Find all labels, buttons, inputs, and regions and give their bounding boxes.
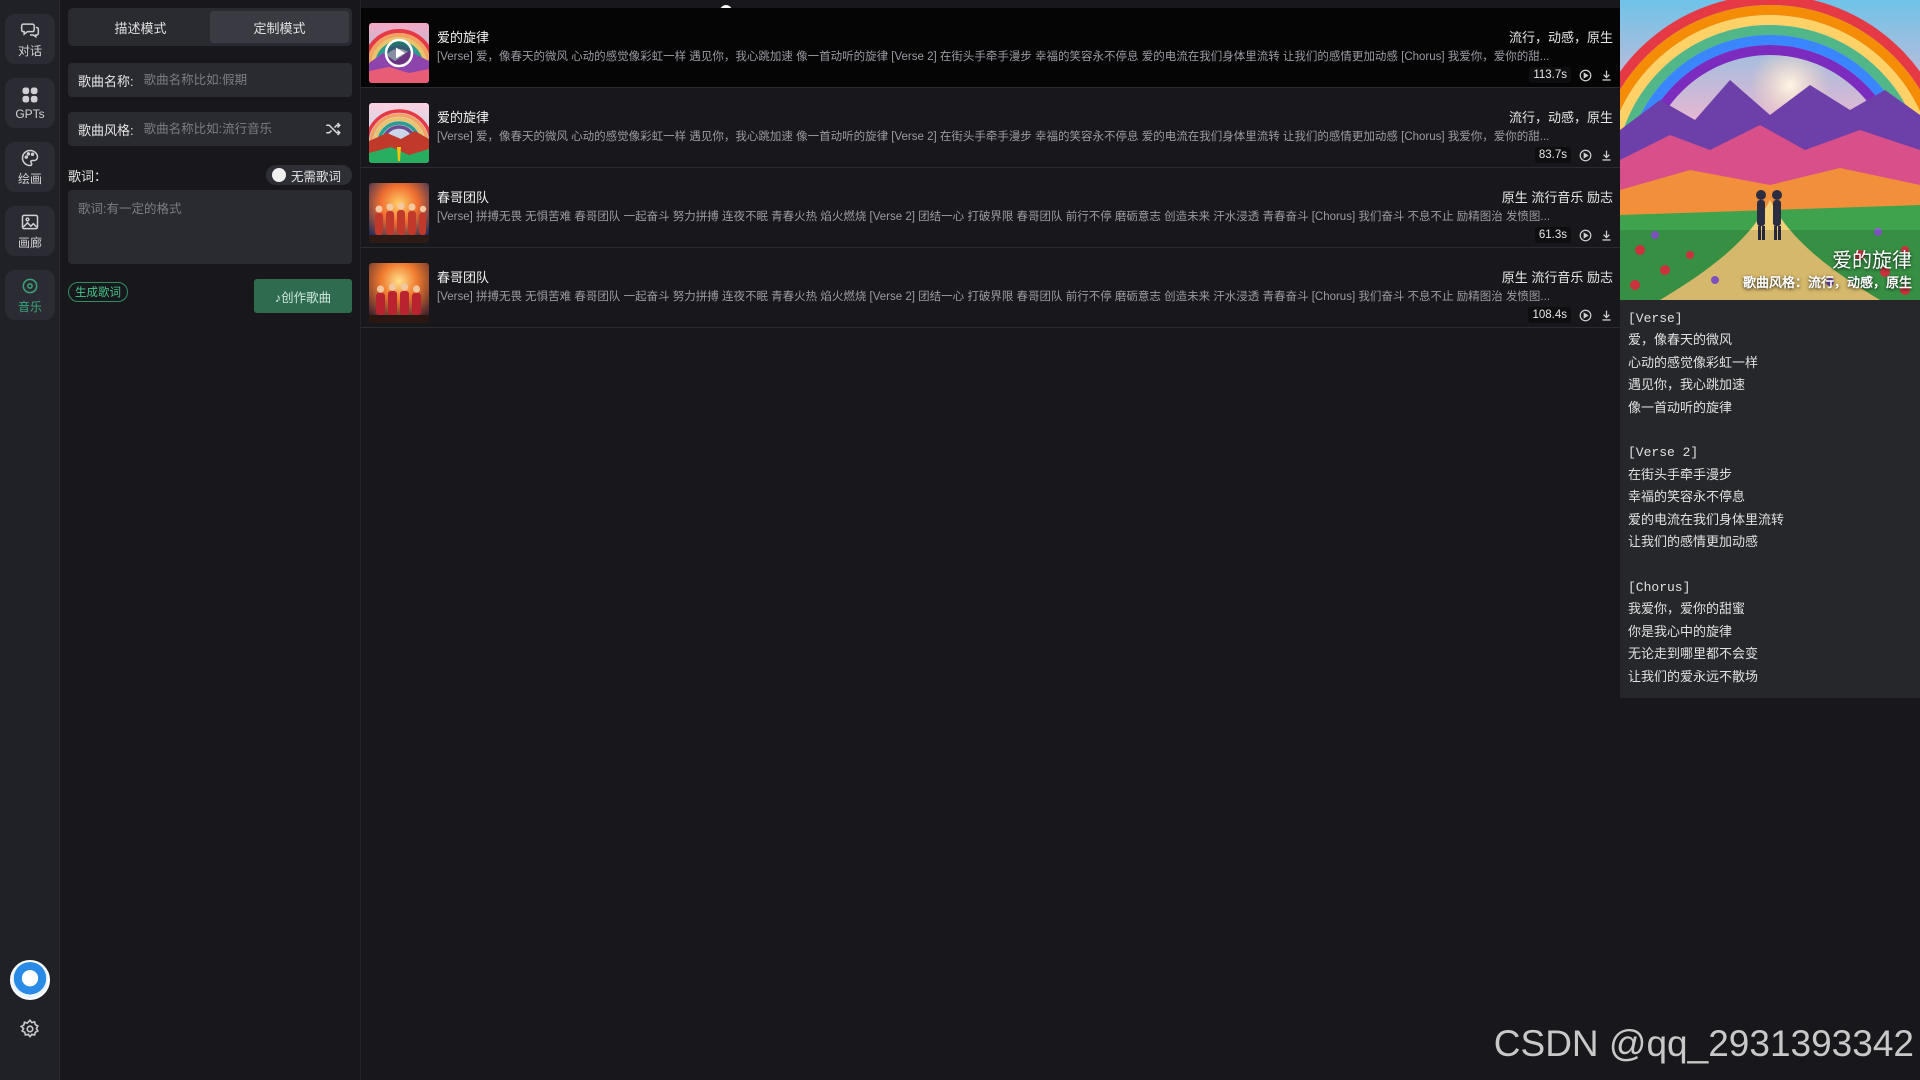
- song-tags: 原生 流行音乐 励志: [1501, 190, 1613, 205]
- song-form-panel: 描述模式 定制模式 歌曲名称: 歌曲风格: 歌词： 无需歌词 生成歌词 ♪创作歌…: [60, 0, 360, 1080]
- nav-item-gpts[interactable]: GPTs: [5, 78, 55, 128]
- song-row[interactable]: 爱的旋律 流行，动感，原生 [Verse] 爱，像春天的微风 心动的感觉像彩虹一…: [361, 8, 1621, 88]
- palette-icon: [21, 149, 39, 166]
- song-row[interactable]: 爱的旋律 流行，动感，原生 [Verse] 爱，像春天的微风 心动的感觉像彩虹一…: [361, 88, 1621, 168]
- download-icon[interactable]: [1600, 309, 1613, 322]
- nav-item-music[interactable]: 音乐: [5, 270, 55, 320]
- song-tags: 原生 流行音乐 励志: [1501, 270, 1613, 285]
- no-lyrics-toggle[interactable]: 无需歌词: [266, 165, 352, 185]
- play-circle-icon[interactable]: [1579, 309, 1592, 322]
- song-lyrics-preview: [Verse] 爱，像春天的微风 心动的感觉像彩虹一样 遇见你，我心跳加速 像一…: [437, 51, 1550, 63]
- nav-item-gallery[interactable]: 画廊: [5, 206, 55, 256]
- chat-icon: [20, 22, 40, 38]
- song-tags: 流行，动感，原生: [1508, 30, 1613, 45]
- toggle-knob: [272, 168, 286, 182]
- song-style-field: 歌曲风格:: [68, 112, 352, 146]
- song-title: 春哥团队: [437, 270, 490, 285]
- nav-item-chat[interactable]: 对话: [5, 14, 55, 64]
- nav-label-gallery: 画廊: [17, 235, 42, 250]
- song-meta: 108.4s: [1528, 307, 1613, 323]
- play-circle-icon[interactable]: [1579, 149, 1592, 162]
- song-name-field: 歌曲名称:: [68, 63, 352, 97]
- download-icon[interactable]: [1600, 69, 1613, 82]
- song-cover-team[interactable]: [369, 263, 429, 323]
- tab-custom-mode[interactable]: 定制模式: [210, 11, 349, 43]
- no-lyrics-toggle-label: 无需歌词: [291, 169, 342, 184]
- song-title: 春哥团队: [437, 190, 490, 205]
- detail-song-title: 爱的旋律: [1832, 250, 1912, 272]
- song-duration: 108.4s: [1528, 307, 1571, 323]
- download-icon[interactable]: [1600, 229, 1613, 242]
- create-song-button[interactable]: ♪创作歌曲: [254, 279, 352, 313]
- grid-icon: [22, 87, 38, 103]
- detail-lyrics: [Verse] 爱，像春天的微风 心动的感觉像彩虹一样 遇见你，我心跳加速 像一…: [1628, 311, 1785, 685]
- watermark-text: CSDN @qq_2931393342: [1493, 1023, 1914, 1064]
- song-cover-rainbow[interactable]: [369, 103, 429, 163]
- song-duration: 83.7s: [1534, 147, 1571, 163]
- play-icon[interactable]: [383, 37, 415, 69]
- song-list: 爱的旋律 流行，动感，原生 [Verse] 爱，像春天的微风 心动的感觉像彩虹一…: [360, 0, 1621, 1080]
- song-style-input[interactable]: [143, 122, 314, 136]
- song-cover-team[interactable]: [369, 183, 429, 243]
- song-title: 爱的旋律: [437, 110, 490, 125]
- image-icon: [21, 214, 39, 229]
- app-logo-icon[interactable]: [10, 960, 50, 1000]
- song-meta: 113.7s: [1529, 67, 1613, 83]
- detail-song-style: 歌曲风格：流行，动感，原生: [1742, 275, 1912, 290]
- tab-describe-mode[interactable]: 描述模式: [71, 11, 210, 43]
- song-row[interactable]: 春哥团队 原生 流行音乐 励志 [Verse] 拼搏无畏 无惧苦难 春哥团队 一…: [361, 168, 1621, 248]
- mode-tabs: 描述模式 定制模式: [68, 8, 352, 46]
- nav-item-draw[interactable]: 绘画: [5, 142, 55, 192]
- song-title: 爱的旋律: [437, 30, 490, 45]
- nav-rail: 对话 GPTs 绘画 画廊 音乐: [0, 0, 60, 1080]
- play-circle-icon[interactable]: [1579, 69, 1592, 82]
- nav-label-music: 音乐: [17, 299, 42, 314]
- song-tags: 流行，动感，原生: [1508, 110, 1613, 125]
- play-circle-icon[interactable]: [1579, 229, 1592, 242]
- lyrics-label: 歌词：: [68, 169, 108, 184]
- nav-label-gpts: GPTs: [15, 107, 45, 121]
- song-meta: 61.3s: [1534, 227, 1613, 243]
- song-name-label: 歌曲名称:: [78, 73, 134, 89]
- song-name-input[interactable]: [143, 73, 342, 87]
- gear-icon[interactable]: [19, 1018, 41, 1040]
- song-lyrics-preview: [Verse] 拼搏无畏 无惧苦难 春哥团队 一起奋斗 努力拼搏 连夜不眠 青春…: [437, 211, 1551, 223]
- music-icon: [22, 278, 38, 293]
- song-detail-panel: 爱的旋律 歌曲风格：流行，动感，原生 [Verse] 爱，像春天的微风 心动的感…: [1620, 0, 1920, 1080]
- download-icon[interactable]: [1600, 149, 1613, 162]
- generate-lyrics-button[interactable]: 生成歌词: [68, 282, 128, 302]
- song-lyrics-preview: [Verse] 爱，像春天的微风 心动的感觉像彩虹一样 遇见你，我心跳加速 像一…: [437, 131, 1550, 143]
- shuffle-icon[interactable]: [324, 120, 342, 138]
- song-duration: 61.3s: [1534, 227, 1571, 243]
- nav-label-draw: 绘画: [17, 171, 42, 186]
- nav-label-chat: 对话: [17, 43, 42, 58]
- song-row[interactable]: 春哥团队 原生 流行音乐 励志 [Verse] 拼搏无畏 无惧苦难 春哥团队 一…: [361, 248, 1621, 328]
- song-lyrics-preview: [Verse] 拼搏无畏 无惧苦难 春哥团队 一起奋斗 努力拼搏 连夜不眠 青春…: [437, 291, 1551, 303]
- song-meta: 83.7s: [1534, 147, 1613, 163]
- song-duration: 113.7s: [1529, 67, 1571, 83]
- lyrics-textarea[interactable]: [68, 190, 352, 264]
- song-style-label: 歌曲风格:: [78, 122, 134, 138]
